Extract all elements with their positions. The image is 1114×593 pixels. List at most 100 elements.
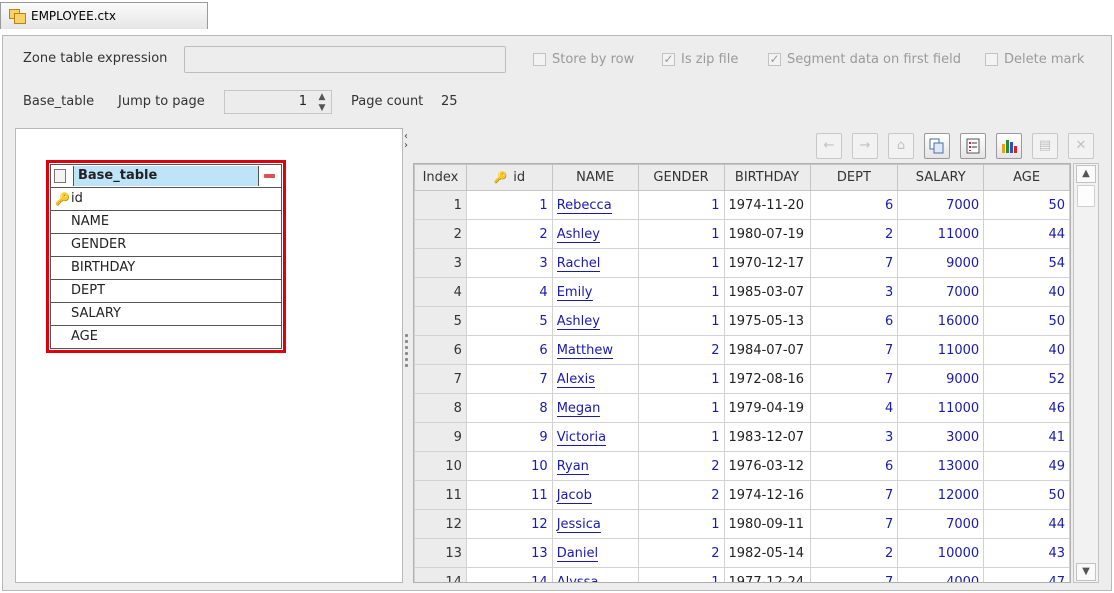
cell-age[interactable]: 44	[983, 219, 1070, 249]
cell-dept[interactable]: 7	[809, 364, 899, 394]
scroll-down-icon[interactable]: ▼	[1076, 563, 1096, 581]
toolbar-button-copy[interactable]	[924, 133, 950, 159]
name-link[interactable]: Alyssa	[556, 574, 599, 582]
cell-age[interactable]: 54	[983, 248, 1070, 278]
name-link[interactable]: Rebecca	[556, 197, 612, 214]
cell-gender[interactable]: 1	[637, 277, 725, 307]
cell-index[interactable]: 1	[414, 190, 467, 220]
cell-salary[interactable]: 10000	[897, 538, 985, 568]
cell-age[interactable]: 44	[983, 509, 1070, 539]
schema-field[interactable]: DEPT	[50, 280, 282, 303]
cell-id[interactable]: 6	[465, 335, 553, 365]
cell-salary[interactable]: 7000	[897, 509, 985, 539]
table-schema-box[interactable]: Base_table 🔑 id NAME GENDER BIRTHDAY DEP…	[46, 160, 286, 353]
cell-age[interactable]: 40	[983, 277, 1070, 307]
table-row[interactable]: 3 3 Rachel 1 1970-12-17 7 9000 54	[414, 248, 1070, 278]
cell-dept[interactable]: 7	[809, 480, 899, 510]
cell-index[interactable]: 5	[414, 306, 467, 336]
collapse-button[interactable]	[258, 166, 280, 186]
cell-birthday[interactable]: 1980-09-11	[723, 509, 811, 539]
delete-mark-checkbox[interactable]: Delete mark	[985, 52, 1084, 67]
table-row[interactable]: 10 10 Ryan 2 1976-03-12 6 13000 49	[414, 451, 1070, 481]
cell-dept[interactable]: 7	[809, 248, 899, 278]
cell-name[interactable]: Alexis	[551, 364, 639, 394]
cell-salary[interactable]: 9000	[897, 364, 985, 394]
cell-id[interactable]: 14	[465, 567, 553, 582]
table-row[interactable]: 14 14 Alyssa 1 1977-12-24 7 4000 47	[414, 567, 1070, 582]
cell-age[interactable]: 47	[983, 567, 1070, 582]
name-link[interactable]: Daniel	[556, 545, 599, 562]
cell-id[interactable]: 11	[465, 480, 553, 510]
cell-index[interactable]: 2	[414, 219, 467, 249]
cell-dept[interactable]: 7	[809, 509, 899, 539]
cell-birthday[interactable]: 1976-03-12	[723, 451, 811, 481]
cell-name[interactable]: Daniel	[551, 538, 639, 568]
schema-field[interactable]: GENDER	[50, 234, 282, 257]
cell-age[interactable]: 41	[983, 422, 1070, 452]
cell-gender[interactable]: 1	[637, 364, 725, 394]
cell-index[interactable]: 8	[414, 393, 467, 423]
cell-name[interactable]: Victoria	[551, 422, 639, 452]
cell-dept[interactable]: 7	[809, 567, 899, 582]
toolbar-button-next[interactable]: →	[852, 133, 878, 159]
cell-gender[interactable]: 1	[637, 306, 725, 336]
cell-gender[interactable]: 1	[637, 190, 725, 220]
table-row[interactable]: 12 12 Jessica 1 1980-09-11 7 7000 44	[414, 509, 1070, 539]
schema-field-key[interactable]: 🔑 id	[50, 188, 282, 211]
toolbar-button-list[interactable]	[960, 133, 986, 159]
cell-age[interactable]: 50	[983, 190, 1070, 220]
cell-gender[interactable]: 1	[637, 509, 725, 539]
cell-index[interactable]: 11	[414, 480, 467, 510]
cell-dept[interactable]: 6	[809, 190, 899, 220]
is-zip-file-checkbox[interactable]: ✓ Is zip file	[662, 52, 738, 67]
column-header-dept[interactable]: DEPT	[809, 164, 899, 191]
cell-id[interactable]: 8	[465, 393, 553, 423]
schema-field[interactable]: NAME	[50, 211, 282, 234]
cell-name[interactable]: Emily	[551, 277, 639, 307]
cell-dept[interactable]: 7	[809, 335, 899, 365]
cell-birthday[interactable]: 1975-05-13	[723, 306, 811, 336]
cell-salary[interactable]: 13000	[897, 451, 985, 481]
cell-birthday[interactable]: 1974-12-16	[723, 480, 811, 510]
cell-salary[interactable]: 3000	[897, 422, 985, 452]
cell-dept[interactable]: 3	[809, 277, 899, 307]
column-header-name[interactable]: NAME	[551, 164, 639, 191]
cell-name[interactable]: Rachel	[551, 248, 639, 278]
cell-name[interactable]: Ryan	[551, 451, 639, 481]
cell-age[interactable]: 52	[983, 364, 1070, 394]
column-header-age[interactable]: AGE	[983, 164, 1070, 191]
cell-index[interactable]: 9	[414, 422, 467, 452]
cell-index[interactable]: 6	[414, 335, 467, 365]
toolbar-button-properties[interactable]: ▤	[1032, 133, 1058, 159]
cell-dept[interactable]: 3	[809, 422, 899, 452]
cell-age[interactable]: 46	[983, 393, 1070, 423]
cell-id[interactable]: 4	[465, 277, 553, 307]
name-link[interactable]: Jessica	[556, 516, 601, 533]
cell-id[interactable]: 1	[465, 190, 553, 220]
cell-name[interactable]: Alyssa	[551, 567, 639, 582]
column-header-birthday[interactable]: BIRTHDAY	[723, 164, 811, 191]
name-link[interactable]: Emily	[556, 284, 593, 301]
cell-salary[interactable]: 9000	[897, 248, 985, 278]
cell-age[interactable]: 43	[983, 538, 1070, 568]
column-header-id[interactable]: 🔑 id	[465, 164, 553, 191]
cell-name[interactable]: Ashley	[551, 219, 639, 249]
column-header-gender[interactable]: GENDER	[637, 164, 725, 191]
schema-field[interactable]: SALARY	[50, 303, 282, 326]
cell-birthday[interactable]: 1974-11-20	[723, 190, 811, 220]
cell-name[interactable]: Megan	[551, 393, 639, 423]
cell-id[interactable]: 2	[465, 219, 553, 249]
cell-birthday[interactable]: 1982-05-14	[723, 538, 811, 568]
table-row[interactable]: 5 5 Ashley 1 1975-05-13 6 16000 50	[414, 306, 1070, 336]
cell-index[interactable]: 13	[414, 538, 467, 568]
cell-name[interactable]: Jessica	[551, 509, 639, 539]
cell-id[interactable]: 3	[465, 248, 553, 278]
cell-index[interactable]: 12	[414, 509, 467, 539]
data-grid[interactable]: Index 🔑 id NAME GENDER BIRTHDAY DEPT SALA…	[413, 163, 1071, 583]
cell-salary[interactable]: 4000	[897, 567, 985, 582]
schema-field[interactable]: AGE	[50, 326, 282, 349]
cell-id[interactable]: 5	[465, 306, 553, 336]
scroll-thumb[interactable]	[1077, 185, 1095, 207]
cell-id[interactable]: 9	[465, 422, 553, 452]
tab-employee-ctx[interactable]: EMPLOYEE.ctx	[0, 2, 208, 29]
